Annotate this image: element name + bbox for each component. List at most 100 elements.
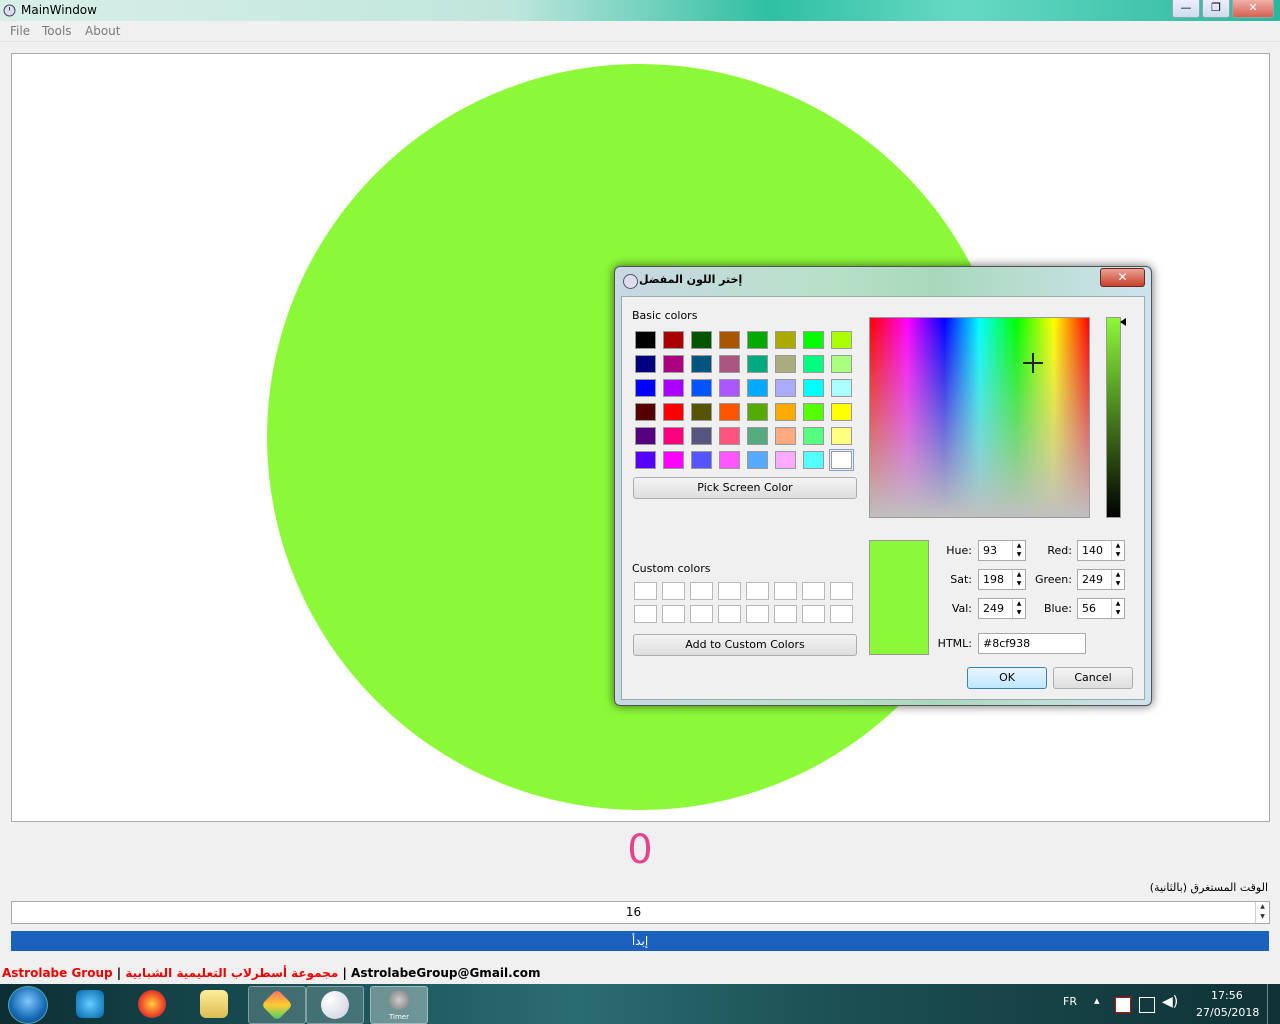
basic-color-swatch[interactable] <box>663 403 684 421</box>
taskbar-paint[interactable] <box>306 986 364 1024</box>
custom-color-swatch[interactable] <box>774 582 797 600</box>
basic-color-swatch[interactable] <box>719 331 740 349</box>
spin-down-icon[interactable]: ▼ <box>1256 912 1269 922</box>
basic-color-swatch[interactable] <box>635 379 656 397</box>
custom-color-swatch[interactable] <box>662 605 685 623</box>
red-input[interactable]: 140 ▲ ▼ <box>1077 540 1125 561</box>
menu-tools[interactable]: Tools <box>42 24 72 38</box>
network-icon[interactable] <box>1139 997 1155 1013</box>
taskbar-file-explorer[interactable] <box>186 986 242 1022</box>
basic-color-swatch[interactable] <box>747 355 768 373</box>
sat-input[interactable]: 198 ▲ ▼ <box>978 569 1026 590</box>
basic-color-swatch[interactable] <box>635 427 656 445</box>
hue-input[interactable]: 93 ▲ ▼ <box>978 540 1026 561</box>
basic-color-swatch[interactable] <box>775 451 796 469</box>
pick-screen-color-button[interactable]: Pick Screen Color <box>633 477 857 499</box>
html-input[interactable]: #8cf938 <box>978 633 1086 654</box>
basic-color-swatch[interactable] <box>635 331 656 349</box>
basic-color-swatch[interactable] <box>775 379 796 397</box>
dialog-close-button[interactable]: ✕ <box>1100 268 1145 287</box>
basic-color-swatch[interactable] <box>831 403 852 421</box>
basic-color-swatch[interactable] <box>635 355 656 373</box>
add-custom-color-button[interactable]: Add to Custom Colors <box>633 634 857 656</box>
basic-color-swatch[interactable] <box>775 331 796 349</box>
show-hidden-icons-icon[interactable]: ▴ <box>1094 994 1100 1007</box>
basic-color-swatch[interactable] <box>691 427 712 445</box>
basic-color-swatch[interactable] <box>719 355 740 373</box>
blue-input[interactable]: 56 ▲ ▼ <box>1077 598 1125 619</box>
menu-file[interactable]: File <box>10 24 30 38</box>
basic-color-swatch[interactable] <box>747 427 768 445</box>
basic-color-swatch[interactable] <box>635 403 656 421</box>
cancel-button[interactable]: Cancel <box>1053 667 1133 689</box>
basic-color-swatch[interactable] <box>803 331 824 349</box>
show-desktop-button[interactable] <box>1267 984 1280 1024</box>
menu-about[interactable]: About <box>85 24 120 38</box>
taskbar-firefox[interactable] <box>124 986 180 1022</box>
basic-color-swatch[interactable] <box>803 355 824 373</box>
basic-color-swatch[interactable] <box>635 451 656 469</box>
basic-color-swatch[interactable] <box>719 403 740 421</box>
basic-color-swatch[interactable] <box>663 427 684 445</box>
basic-color-swatch[interactable] <box>831 355 852 373</box>
custom-color-swatch[interactable] <box>830 582 853 600</box>
taskbar-internet-explorer[interactable] <box>62 986 118 1022</box>
value-slider[interactable] <box>1106 317 1121 518</box>
basic-color-swatch[interactable] <box>803 451 824 469</box>
basic-color-swatch[interactable] <box>663 331 684 349</box>
volume-icon[interactable]: ◀) <box>1162 994 1178 1010</box>
custom-color-swatch[interactable] <box>690 605 713 623</box>
elapsed-time-spinbox[interactable]: 16 ▲ ▼ <box>11 901 1270 924</box>
action-center-icon[interactable] <box>1115 997 1131 1013</box>
basic-color-swatch[interactable] <box>831 331 852 349</box>
basic-color-swatch[interactable] <box>803 403 824 421</box>
custom-color-swatch[interactable] <box>718 582 741 600</box>
green-input[interactable]: 249 ▲ ▼ <box>1077 569 1125 590</box>
minimize-button[interactable]: — <box>1172 0 1200 18</box>
custom-color-swatch[interactable] <box>802 605 825 623</box>
language-indicator[interactable]: FR <box>1063 995 1077 1008</box>
basic-color-swatch[interactable] <box>663 355 684 373</box>
basic-color-swatch[interactable] <box>691 355 712 373</box>
basic-color-swatch[interactable] <box>663 451 684 469</box>
basic-color-swatch[interactable] <box>719 379 740 397</box>
close-button[interactable]: ✕ <box>1232 0 1274 18</box>
start-button[interactable]: إبدأ <box>11 931 1269 951</box>
taskbar-timer[interactable]: Timer <box>370 986 428 1024</box>
basic-color-swatch[interactable] <box>747 451 768 469</box>
value-marker-icon[interactable] <box>1120 318 1126 326</box>
spin-up-icon[interactable]: ▲ <box>1256 902 1269 912</box>
custom-color-swatch[interactable] <box>774 605 797 623</box>
custom-color-swatch[interactable] <box>634 582 657 600</box>
basic-color-swatch[interactable] <box>691 451 712 469</box>
taskbar-git[interactable] <box>248 986 306 1024</box>
color-spectrum[interactable] <box>869 317 1090 518</box>
clock-time[interactable]: 17:56 <box>1211 989 1243 1002</box>
basic-color-swatch[interactable] <box>775 355 796 373</box>
custom-color-swatch[interactable] <box>690 582 713 600</box>
custom-color-swatch[interactable] <box>718 605 741 623</box>
val-input[interactable]: 249 ▲ ▼ <box>978 598 1026 619</box>
basic-color-swatch[interactable] <box>775 427 796 445</box>
basic-color-swatch[interactable] <box>775 403 796 421</box>
basic-color-swatch[interactable] <box>831 427 852 445</box>
basic-color-swatch[interactable] <box>803 427 824 445</box>
basic-color-swatch[interactable] <box>747 379 768 397</box>
custom-color-swatch[interactable] <box>746 605 769 623</box>
custom-color-swatch[interactable] <box>830 605 853 623</box>
custom-color-swatch[interactable] <box>802 582 825 600</box>
basic-color-swatch[interactable] <box>719 427 740 445</box>
basic-color-swatch[interactable] <box>829 449 854 471</box>
basic-color-swatch[interactable] <box>803 379 824 397</box>
maximize-button[interactable]: ❐ <box>1202 0 1230 18</box>
basic-color-swatch[interactable] <box>663 379 684 397</box>
clock-date[interactable]: 27/05/2018 <box>1196 1006 1259 1019</box>
basic-color-swatch[interactable] <box>747 331 768 349</box>
custom-color-swatch[interactable] <box>662 582 685 600</box>
custom-color-swatch[interactable] <box>746 582 769 600</box>
basic-color-swatch[interactable] <box>747 403 768 421</box>
basic-color-swatch[interactable] <box>691 331 712 349</box>
basic-color-swatch[interactable] <box>719 451 740 469</box>
start-menu-icon[interactable] <box>8 986 48 1024</box>
ok-button[interactable]: OK <box>967 667 1047 689</box>
